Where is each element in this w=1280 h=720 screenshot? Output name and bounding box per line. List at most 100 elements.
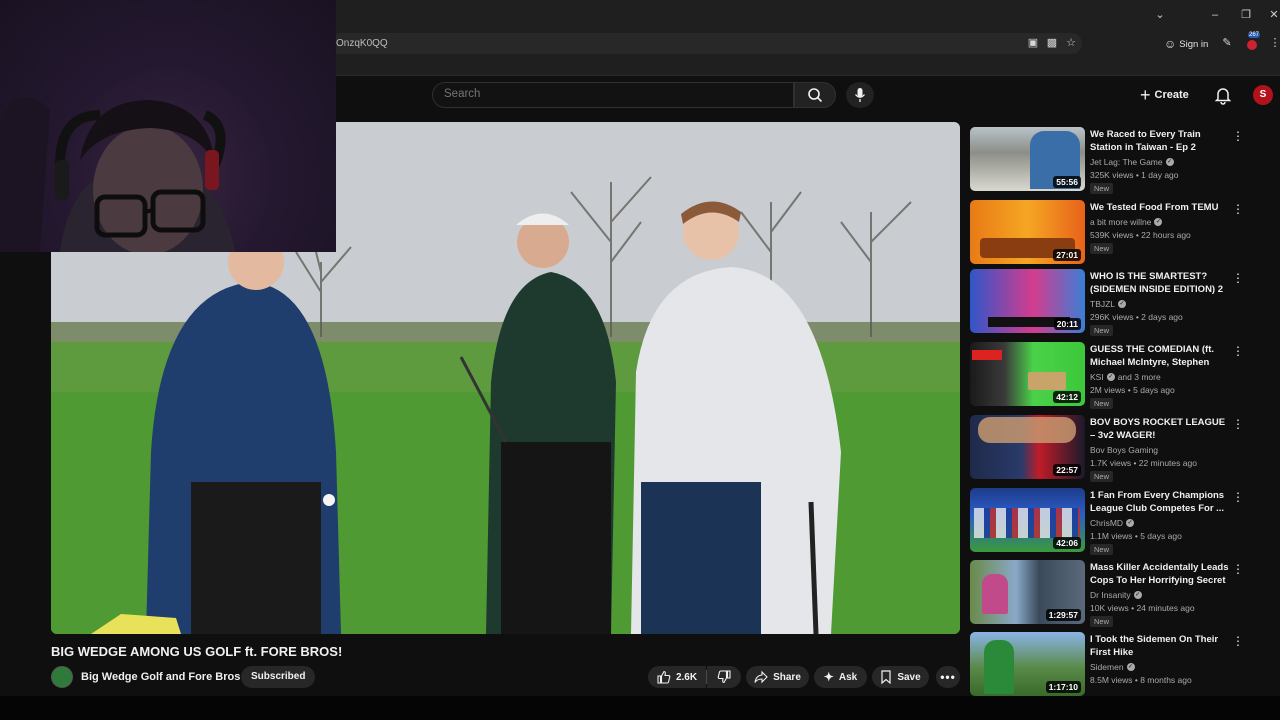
recommendation-channel[interactable]: Jet Lag: The Game ✓ [1090, 157, 1174, 167]
verified-check-icon: ✓ [1126, 519, 1135, 527]
sparkle-icon: ✦ [823, 670, 834, 684]
like-count: 2.6K [675, 671, 698, 683]
extension-icon[interactable]: 267 [1244, 32, 1261, 51]
recommendation-title[interactable]: Mass Killer Accidentally Leads Cops To H… [1090, 561, 1230, 587]
channel-label: KSI [1090, 372, 1104, 382]
close-window-icon[interactable]: ✕ [1264, 6, 1280, 24]
more-horizontal-icon: ••• [940, 670, 956, 684]
verified-check-icon: ✓ [1154, 218, 1163, 226]
thumbs-up-icon [657, 670, 671, 684]
install-app-icon[interactable]: ▩ [1045, 36, 1059, 50]
more-vertical-icon[interactable]: ⋮ [1232, 344, 1244, 358]
omnibox[interactable] [330, 33, 1082, 54]
recommendation-title[interactable]: I Took the Sidemen On Their First Hike [1090, 633, 1230, 659]
bookmark-icon [881, 670, 891, 684]
video-thumbnail[interactable]: 42:12 [970, 342, 1085, 406]
bottom-strip [0, 696, 1280, 720]
more-vertical-icon[interactable]: ⋮ [1232, 202, 1244, 216]
video-duration: 1:17:10 [1045, 681, 1081, 693]
recommendation-title[interactable]: We Tested Food From TEMU [1090, 201, 1230, 214]
recommendation-channel[interactable]: Sidemen ✓ [1090, 662, 1135, 672]
recommendation-channel[interactable]: Dr Insanity ✓ [1090, 590, 1142, 600]
search-button[interactable] [794, 82, 836, 108]
more-actions-button[interactable]: ••• [936, 666, 960, 688]
more-vertical-icon[interactable]: ⋮ [1232, 562, 1244, 576]
thumbs-down-icon [717, 670, 731, 684]
recommendation-meta: 10K views • 24 minutes ago [1090, 603, 1195, 613]
recommendation-channel[interactable]: a bit more willne ✓ [1090, 217, 1163, 227]
cast-icon[interactable]: ▣ [1026, 36, 1040, 50]
recommendation-item[interactable]: 55:56 We Raced to Every Train Station in… [970, 127, 1270, 194]
video-duration: 42:12 [1053, 391, 1081, 403]
create-label: Create [1154, 89, 1189, 101]
bookmark-star-icon[interactable]: ☆ [1064, 36, 1078, 50]
recommendation-channel[interactable]: TBJZL ✓ [1090, 299, 1127, 309]
video-thumbnail[interactable]: 55:56 [970, 127, 1085, 191]
recommendation-title[interactable]: 1 Fan From Every Champions League Club C… [1090, 489, 1230, 515]
sign-in-label: Sign in [1179, 38, 1209, 50]
new-badge: New [1090, 471, 1114, 482]
video-duration: 20:11 [1053, 318, 1081, 330]
verified-check-icon: ✓ [1165, 158, 1174, 166]
recommendation-item[interactable]: 1:17:10 I Took the Sidemen On Their Firs… [970, 632, 1270, 698]
extensions-puzzle-icon[interactable]: ✎ [1220, 36, 1234, 50]
search-input[interactable] [444, 88, 774, 100]
more-vertical-icon[interactable]: ⋮ [1232, 271, 1244, 285]
search-icon [808, 88, 823, 103]
video-thumbnail[interactable]: 1:17:10 [970, 632, 1085, 696]
new-badge: New [1090, 243, 1114, 254]
create-button[interactable]: + Create [1140, 84, 1189, 106]
more-vertical-icon[interactable]: ⋮ [1232, 129, 1244, 143]
video-duration: 55:56 [1053, 176, 1081, 188]
verified-check-icon: ✓ [1133, 591, 1142, 599]
recommendation-title[interactable]: GUESS THE COMEDIAN (ft. Michael McIntyre… [1090, 343, 1230, 370]
new-badge: New [1090, 544, 1114, 555]
more-vertical-icon[interactable]: ⋮ [1232, 634, 1244, 648]
more-vertical-icon[interactable]: ⋮ [1232, 490, 1244, 504]
video-thumbnail[interactable]: 22:57 [970, 415, 1085, 479]
subscribed-button[interactable]: Subscribed [241, 666, 316, 688]
recommendation-item[interactable]: 1:29:57 Mass Killer Accidentally Leads C… [970, 560, 1270, 627]
video-thumbnail[interactable]: 42:06 [970, 488, 1085, 552]
dislike-button[interactable] [707, 666, 741, 688]
channel-name[interactable]: Big Wedge Golf and Fore Bros [81, 671, 240, 683]
microphone-icon [854, 88, 866, 102]
recommendation-title[interactable]: WHO IS THE SMARTEST? (SIDEMEN INSIDE EDI… [1090, 270, 1230, 296]
browser-menu-icon[interactable]: ⋮ [1268, 36, 1280, 50]
like-button[interactable]: 2.6K [648, 666, 706, 688]
voice-search-button[interactable] [846, 82, 874, 108]
recommendation-meta: 2M views • 5 days ago [1090, 385, 1175, 395]
recommendation-title[interactable]: We Raced to Every Train Station in Taiwa… [1090, 128, 1230, 154]
minimize-icon[interactable]: – [1205, 6, 1225, 24]
recommendation-item[interactable]: 42:06 1 Fan From Every Champions League … [970, 488, 1270, 555]
channel-avatar[interactable] [51, 666, 73, 688]
recommendation-channel[interactable]: ChrisMD ✓ [1090, 518, 1135, 528]
restore-icon[interactable]: ❐ [1236, 6, 1256, 24]
save-button[interactable]: Save [872, 666, 929, 688]
new-badge: New [1090, 183, 1114, 194]
share-button[interactable]: Share [746, 666, 809, 688]
sign-in-button[interactable]: ☺ Sign in [1164, 35, 1208, 53]
recommendation-channel[interactable]: Bov Boys Gaming [1090, 445, 1158, 455]
recommendation-item[interactable]: 20:11 WHO IS THE SMARTEST? (SIDEMEN INSI… [970, 269, 1270, 336]
recommendation-item[interactable]: 42:12 GUESS THE COMEDIAN (ft. Michael Mc… [970, 342, 1270, 409]
ask-button[interactable]: ✦ Ask [814, 666, 867, 688]
verified-check-icon: ✓ [1126, 663, 1135, 671]
notifications-button[interactable] [1213, 85, 1233, 105]
recommendation-item[interactable]: 27:01 We Tested Food From TEMU a bit mor… [970, 200, 1270, 266]
recommendation-meta: 539K views • 22 hours ago [1090, 230, 1191, 240]
more-vertical-icon[interactable]: ⋮ [1232, 417, 1244, 431]
video-thumbnail[interactable]: 1:29:57 [970, 560, 1085, 624]
url-text[interactable]: OnzqK0QQ [336, 38, 388, 49]
recommendation-meta: 296K views • 2 days ago [1090, 312, 1183, 322]
bell-icon [1214, 88, 1232, 105]
recommendation-item[interactable]: 22:57 BOV BOYS ROCKET LEAGUE – 3v2 WAGER… [970, 415, 1270, 482]
recommendation-channel[interactable]: KSI ✓ and 3 more [1090, 372, 1161, 382]
tab-search-chevron-icon[interactable]: ⌄ [1150, 6, 1170, 24]
recommendation-title[interactable]: BOV BOYS ROCKET LEAGUE – 3v2 WAGER! [1090, 416, 1230, 442]
new-badge: New [1090, 325, 1114, 336]
video-thumbnail[interactable]: 20:11 [970, 269, 1085, 333]
account-avatar[interactable]: S [1253, 85, 1273, 105]
video-thumbnail[interactable]: 27:01 [970, 200, 1085, 264]
webcam-overlay [0, 0, 336, 252]
